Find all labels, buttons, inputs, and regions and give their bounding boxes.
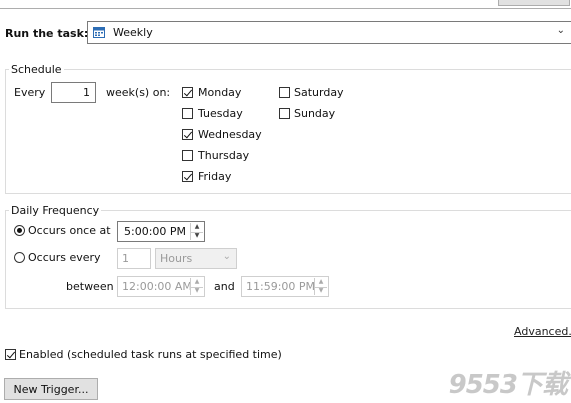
every-weeks-input[interactable]: 1 (51, 82, 96, 103)
new-trigger-button[interactable]: New Trigger... (4, 378, 98, 400)
thursday-checkbox[interactable] (182, 150, 193, 161)
occurs-every-input[interactable]: 1 (117, 248, 151, 269)
end-time-input[interactable]: 11:59:00 PM ▲ ▼ (241, 276, 329, 297)
thursday-label: Thursday (198, 149, 250, 162)
chevron-down-icon: ⌄ (222, 251, 231, 262)
tuesday-label: Tuesday (198, 107, 243, 120)
spin-down-icon[interactable]: ▼ (315, 287, 327, 296)
run-task-value: Weekly (113, 26, 153, 39)
monday-checkbox[interactable] (182, 87, 193, 98)
start-time-spinner[interactable]: ▲ ▼ (190, 278, 203, 295)
wednesday-checkbox[interactable] (182, 129, 193, 140)
end-time-spinner[interactable]: ▲ ▼ (314, 278, 327, 295)
once-time-spinner[interactable]: ▲ ▼ (190, 223, 203, 240)
enabled-checkbox[interactable] (5, 349, 16, 360)
watermark-logo: 9553下载 (448, 370, 568, 400)
wednesday-label: Wednesday (198, 128, 262, 141)
saturday-label: Saturday (294, 86, 344, 99)
chevron-down-icon: ⌄ (556, 25, 565, 36)
every-label: Every (14, 86, 46, 99)
daily-frequency-label: Daily Frequency (9, 204, 102, 217)
sunday-checkbox[interactable] (279, 108, 290, 119)
spin-down-icon[interactable]: ▼ (191, 287, 203, 296)
and-label: and (214, 280, 235, 293)
saturday-checkbox[interactable] (279, 87, 290, 98)
calendar-icon (93, 27, 105, 38)
top-panel-frame (0, 0, 571, 9)
start-time-input[interactable]: 12:00:00 AM ▲ ▼ (117, 276, 205, 297)
run-task-select[interactable]: Weekly ⌄ (87, 21, 571, 44)
interval-unit-select[interactable]: Hours ⌄ (155, 248, 237, 269)
enabled-label: Enabled (scheduled task runs at specifie… (19, 348, 282, 361)
spin-down-icon[interactable]: ▼ (191, 232, 203, 241)
occurs-every-label: Occurs every (28, 251, 101, 264)
once-time-input[interactable]: 5:00:00 PM ▲ ▼ (117, 221, 205, 242)
occurs-every-radio[interactable] (14, 252, 25, 263)
sunday-label: Sunday (294, 107, 336, 120)
friday-label: Friday (198, 170, 232, 183)
friday-checkbox[interactable] (182, 171, 193, 182)
top-button[interactable] (498, 0, 570, 6)
tuesday-checkbox[interactable] (182, 108, 193, 119)
monday-label: Monday (198, 86, 242, 99)
occurs-once-label: Occurs once at (28, 224, 111, 237)
advanced-link[interactable]: Advanced... (514, 325, 571, 338)
occurs-once-radio[interactable] (14, 225, 25, 236)
weeks-on-label: week(s) on: (106, 86, 171, 99)
schedule-group-label: Schedule (9, 63, 64, 76)
between-label: between (66, 280, 114, 293)
run-task-label: Run the task: (5, 27, 89, 40)
